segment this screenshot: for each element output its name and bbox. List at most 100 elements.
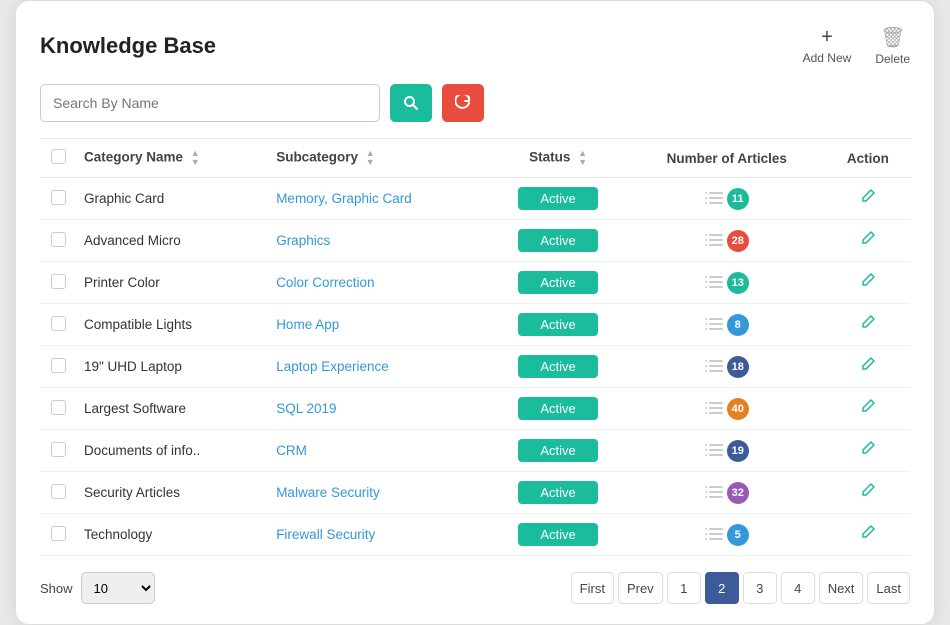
row-action-3 — [826, 304, 910, 346]
search-bar — [40, 84, 910, 122]
subcategory-link-5[interactable]: SQL 2019 — [276, 401, 336, 416]
edit-button-0[interactable] — [860, 188, 876, 209]
row-subcategory-7: Malware Security — [268, 472, 488, 514]
row-checkbox-col — [40, 220, 76, 262]
row-checkbox-7[interactable] — [51, 484, 66, 499]
subcategory-link-0[interactable]: Memory, Graphic Card — [276, 191, 412, 206]
refresh-button[interactable] — [442, 84, 484, 122]
list-icon-2 — [705, 276, 723, 290]
table-row: 19" UHD Laptop Laptop Experience Active — [40, 346, 910, 388]
row-checkbox-col — [40, 430, 76, 472]
row-articles-5: 40 — [628, 388, 826, 430]
show-label: Show — [40, 581, 73, 596]
edit-button-6[interactable] — [860, 440, 876, 461]
table-body: Graphic Card Memory, Graphic Card Active — [40, 178, 910, 556]
status-badge-3: Active — [518, 313, 598, 336]
subcategory-link-2[interactable]: Color Correction — [276, 275, 374, 290]
pagination-last[interactable]: Last — [867, 572, 910, 604]
add-new-button[interactable]: + Add New — [803, 26, 852, 65]
list-icon-7 — [705, 486, 723, 500]
table-row: Technology Firewall Security Active — [40, 514, 910, 556]
subcategory-link-1[interactable]: Graphics — [276, 233, 330, 248]
edit-button-8[interactable] — [860, 524, 876, 545]
row-checkbox-6[interactable] — [51, 442, 66, 457]
status-badge-1: Active — [518, 229, 598, 252]
edit-button-2[interactable] — [860, 272, 876, 293]
status-badge-6: Active — [518, 439, 598, 462]
list-icon-8 — [705, 528, 723, 542]
pagination-page-2[interactable]: 2 — [705, 572, 739, 604]
row-checkbox-3[interactable] — [51, 316, 66, 331]
row-checkbox-0[interactable] — [51, 190, 66, 205]
pagination-page-4[interactable]: 4 — [781, 572, 815, 604]
row-articles-8: 5 — [628, 514, 826, 556]
knowledge-base-panel: Knowledge Base + Add New 🗑 Delete — [15, 0, 935, 625]
row-checkbox-col — [40, 346, 76, 388]
row-checkbox-col — [40, 388, 76, 430]
row-status-3: Active — [488, 304, 627, 346]
row-articles-6: 19 — [628, 430, 826, 472]
table-footer: Show 10 25 50 100 First Prev 1 2 3 4 Nex… — [40, 572, 910, 604]
row-action-4 — [826, 346, 910, 388]
row-articles-1: 28 — [628, 220, 826, 262]
row-category-4: 19" UHD Laptop — [76, 346, 268, 388]
pagination-first[interactable]: First — [571, 572, 614, 604]
row-status-4: Active — [488, 346, 627, 388]
row-checkbox-4[interactable] — [51, 358, 66, 373]
search-input[interactable] — [40, 84, 380, 122]
search-button[interactable] — [390, 84, 432, 122]
edit-button-4[interactable] — [860, 356, 876, 377]
select-all-checkbox[interactable] — [51, 149, 66, 164]
pagination-prev[interactable]: Prev — [618, 572, 663, 604]
sort-arrows-status: ▲▼ — [578, 149, 587, 167]
row-checkbox-col — [40, 514, 76, 556]
status-badge-5: Active — [518, 397, 598, 420]
pagination: First Prev 1 2 3 4 Next Last — [571, 572, 910, 604]
row-articles-2: 13 — [628, 262, 826, 304]
table-row: Printer Color Color Correction Active — [40, 262, 910, 304]
edit-icon-7 — [860, 482, 876, 498]
show-select[interactable]: 10 25 50 100 — [81, 572, 155, 604]
row-status-1: Active — [488, 220, 627, 262]
table-header-row: Category Name ▲▼ Subcategory ▲▼ Status ▲… — [40, 139, 910, 178]
subcategory-link-7[interactable]: Malware Security — [276, 485, 380, 500]
pagination-page-3[interactable]: 3 — [743, 572, 777, 604]
pagination-next[interactable]: Next — [819, 572, 864, 604]
table-row: Security Articles Malware Security Activ… — [40, 472, 910, 514]
edit-button-7[interactable] — [860, 482, 876, 503]
sort-arrows-subcategory: ▲▼ — [366, 149, 375, 167]
col-category-name[interactable]: Category Name ▲▼ — [76, 139, 268, 178]
row-subcategory-5: SQL 2019 — [268, 388, 488, 430]
delete-button[interactable]: 🗑 Delete — [875, 25, 910, 66]
col-status[interactable]: Status ▲▼ — [488, 139, 627, 178]
edit-icon-0 — [860, 188, 876, 204]
row-checkbox-8[interactable] — [51, 526, 66, 541]
edit-icon-3 — [860, 314, 876, 330]
row-status-7: Active — [488, 472, 627, 514]
subcategory-link-6[interactable]: CRM — [276, 443, 307, 458]
table-row: Advanced Micro Graphics Active — [40, 220, 910, 262]
panel-header: Knowledge Base + Add New 🗑 Delete — [40, 25, 910, 66]
subcategory-link-8[interactable]: Firewall Security — [276, 527, 375, 542]
select-all-col — [40, 139, 76, 178]
status-badge-8: Active — [518, 523, 598, 546]
row-checkbox-col — [40, 262, 76, 304]
row-checkbox-5[interactable] — [51, 400, 66, 415]
row-status-8: Active — [488, 514, 627, 556]
edit-button-5[interactable] — [860, 398, 876, 419]
status-badge-2: Active — [518, 271, 598, 294]
add-icon: + — [821, 26, 833, 49]
col-subcategory[interactable]: Subcategory ▲▼ — [268, 139, 488, 178]
edit-button-3[interactable] — [860, 314, 876, 335]
edit-icon-5 — [860, 398, 876, 414]
edit-button-1[interactable] — [860, 230, 876, 251]
edit-icon-2 — [860, 272, 876, 288]
subcategory-link-4[interactable]: Laptop Experience — [276, 359, 389, 374]
row-checkbox-2[interactable] — [51, 274, 66, 289]
subcategory-link-3[interactable]: Home App — [276, 317, 339, 332]
status-badge-4: Active — [518, 355, 598, 378]
row-subcategory-2: Color Correction — [268, 262, 488, 304]
row-checkbox-1[interactable] — [51, 232, 66, 247]
pagination-page-1[interactable]: 1 — [667, 572, 701, 604]
list-icon-1 — [705, 234, 723, 248]
